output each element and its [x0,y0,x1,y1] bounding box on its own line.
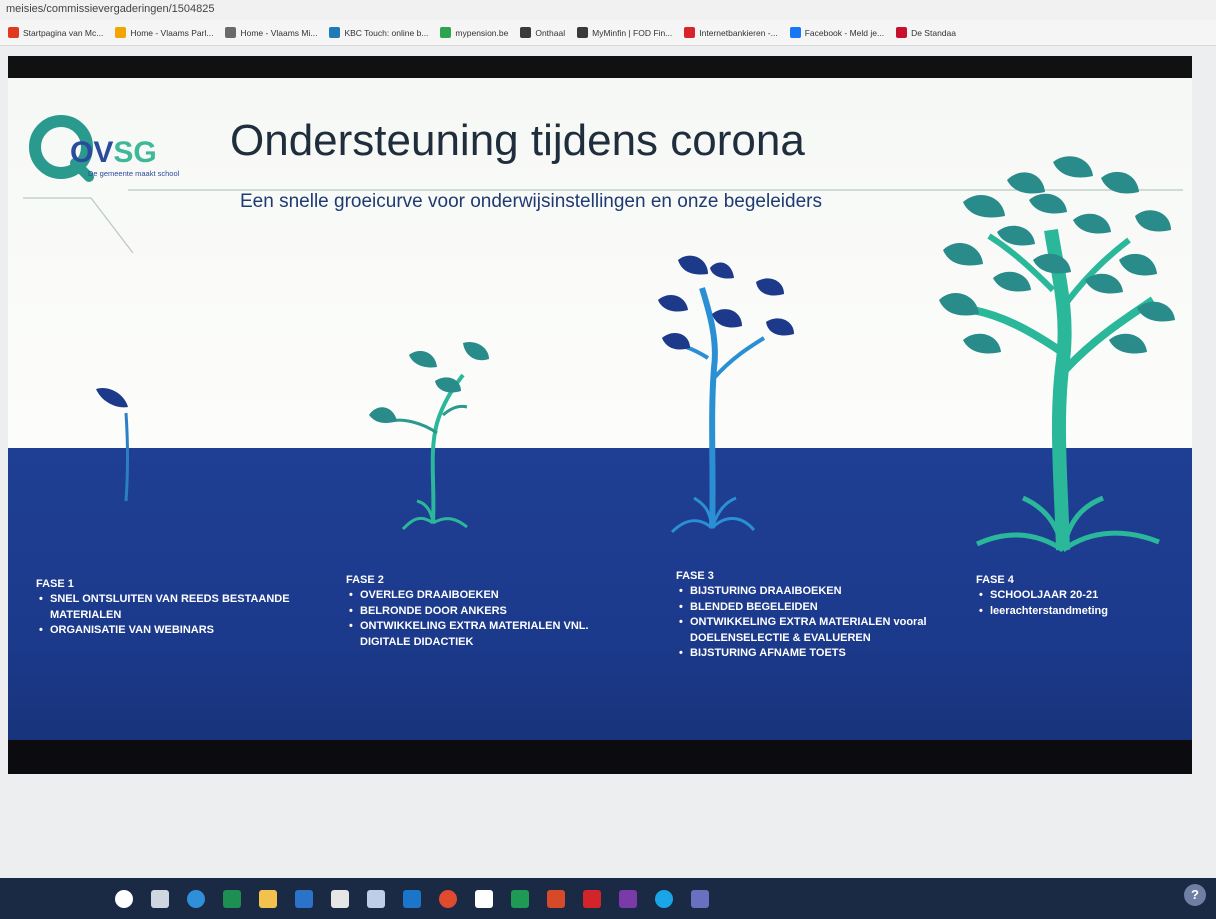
phase-item: ONTWIKKELING EXTRA MATERIALEN vooral DOE… [676,615,946,646]
bookmark-onthaal[interactable]: Onthaal [520,27,565,38]
phase-item: ONTWIKKELING EXTRA MATERIALEN VNL. DIGIT… [346,619,596,650]
bookmark-icon [440,27,452,38]
full-tree-icon [939,156,1175,553]
chrome-icon[interactable] [439,889,457,908]
phase-item: ORGANISATIE VAN WEBINARS [36,623,326,639]
phase-item: BIJSTURING DRAAIBOEKEN [676,584,946,600]
bookmark-icon [8,27,19,38]
bookmark-standaard[interactable]: De Standaa [896,27,956,38]
excel-icon[interactable] [223,889,241,908]
bookmark-icon [789,27,801,38]
presentation-top-band [8,56,1192,78]
logo-callout-shape [23,115,134,253]
dropbox-icon[interactable] [367,889,385,908]
bookmarks-bar: Startpagina van Mc... Home - Vlaams Parl… [0,20,1216,46]
phase-item: leerachterstandmeting [976,604,1176,620]
phase-heading: FASE 4 [976,574,1014,586]
bookmark-startpagina[interactable]: Startpagina van Mc... [8,27,103,38]
file-explorer-icon[interactable] [259,889,277,908]
task-view-icon[interactable] [151,889,169,908]
bookmark-internetbankieren[interactable]: Internetbankieren -... [684,27,778,38]
phase-item: OVERLEG DRAAIBOEKEN [346,588,596,604]
skype-icon[interactable] [655,889,673,908]
bookmark-kbc[interactable]: KBC Touch: online b... [329,27,428,38]
outlook-icon[interactable] [403,889,421,908]
bookmark-vlaams-parlement[interactable]: Home - Vlaams Parl... [115,27,213,38]
young-tree-icon [658,255,794,534]
phase-heading: FASE 3 [676,570,714,582]
phase-item: BLENDED BEGELEIDEN [676,600,946,616]
windows-taskbar: ? [0,878,1216,919]
sprout-icon [96,387,129,502]
logo-tagline: De gemeente maakt school [88,169,180,178]
dollar-icon[interactable] [475,889,493,908]
bookmark-icon [329,27,341,38]
phase-list: SNEL ONTSLUITEN VAN REEDS BESTAANDE MATE… [36,592,326,639]
phase-item: BIJSTURING AFNAME TOETS [676,646,946,662]
phase-2: FASE 2 OVERLEG DRAAIBOEKEN BELRONDE DOOR… [346,574,596,650]
bookmark-facebook[interactable]: Facebook - Meld je... [789,27,884,38]
mail-icon[interactable] [295,889,313,908]
powerpoint-icon[interactable] [547,889,565,908]
address-bar[interactable]: meisies/commissievergaderingen/1504825 [0,0,1216,20]
bookmark-icon [520,27,532,38]
screen: meisies/commissievergaderingen/1504825 S… [0,0,1216,919]
phase-list: SCHOOLJAAR 20-21 leerachterstandmeting [976,588,1176,619]
amazon-icon[interactable] [331,889,349,908]
bookmark-vlaams-ministerie[interactable]: Home - Vlaams Mi... [225,27,317,38]
phase-item: SNEL ONTSLUITEN VAN REEDS BESTAANDE MATE… [36,592,326,623]
phase-4: FASE 4 SCHOOLJAAR 20-21 leerachterstandm… [976,574,1176,619]
bookmark-myminfin[interactable]: MyMinfin | FOD Fin... [577,27,672,38]
bookmark-icon [896,27,908,38]
phase-list: BIJSTURING DRAAIBOEKEN BLENDED BEGELEIDE… [676,584,946,662]
bookmark-mypension[interactable]: mypension.be [440,27,508,38]
phase-item: BELRONDE DOOR ANKERS [346,604,596,620]
phase-list: OVERLEG DRAAIBOEKEN BELRONDE DOOR ANKERS… [346,588,596,650]
onenote-icon[interactable] [619,889,637,908]
phase-item: SCHOOLJAAR 20-21 [976,588,1176,604]
edge-icon[interactable] [187,889,205,908]
presentation-bottom-band [8,740,1192,774]
excel2-icon[interactable] [511,889,529,908]
phase-3: FASE 3 BIJSTURING DRAAIBOEKEN BLENDED BE… [676,570,946,662]
phase-1: FASE 1 SNEL ONTSLUITEN VAN REEDS BESTAAN… [36,578,326,639]
acrobat-icon[interactable] [583,889,601,908]
bookmark-icon [684,27,696,38]
help-icon[interactable]: ? [1184,884,1206,906]
phase-heading: FASE 2 [346,574,384,586]
presentation-slide: OVSG De gemeente maakt school Ondersteun… [8,78,1192,760]
bookmark-icon [577,27,589,38]
phase-heading: FASE 1 [36,578,74,590]
address-url: meisies/commissievergaderingen/1504825 [6,3,215,15]
search-icon[interactable] [115,889,133,908]
slide-title: Ondersteuning tijdens corona [230,116,805,165]
slide-subtitle: Een snelle groeicurve voor onderwijsinst… [240,191,822,212]
seedling-icon [369,341,489,531]
teams-icon[interactable] [691,889,709,908]
logo-wordmark: OVSG [70,136,157,169]
bookmark-icon [225,27,237,38]
bookmark-icon [115,27,127,38]
